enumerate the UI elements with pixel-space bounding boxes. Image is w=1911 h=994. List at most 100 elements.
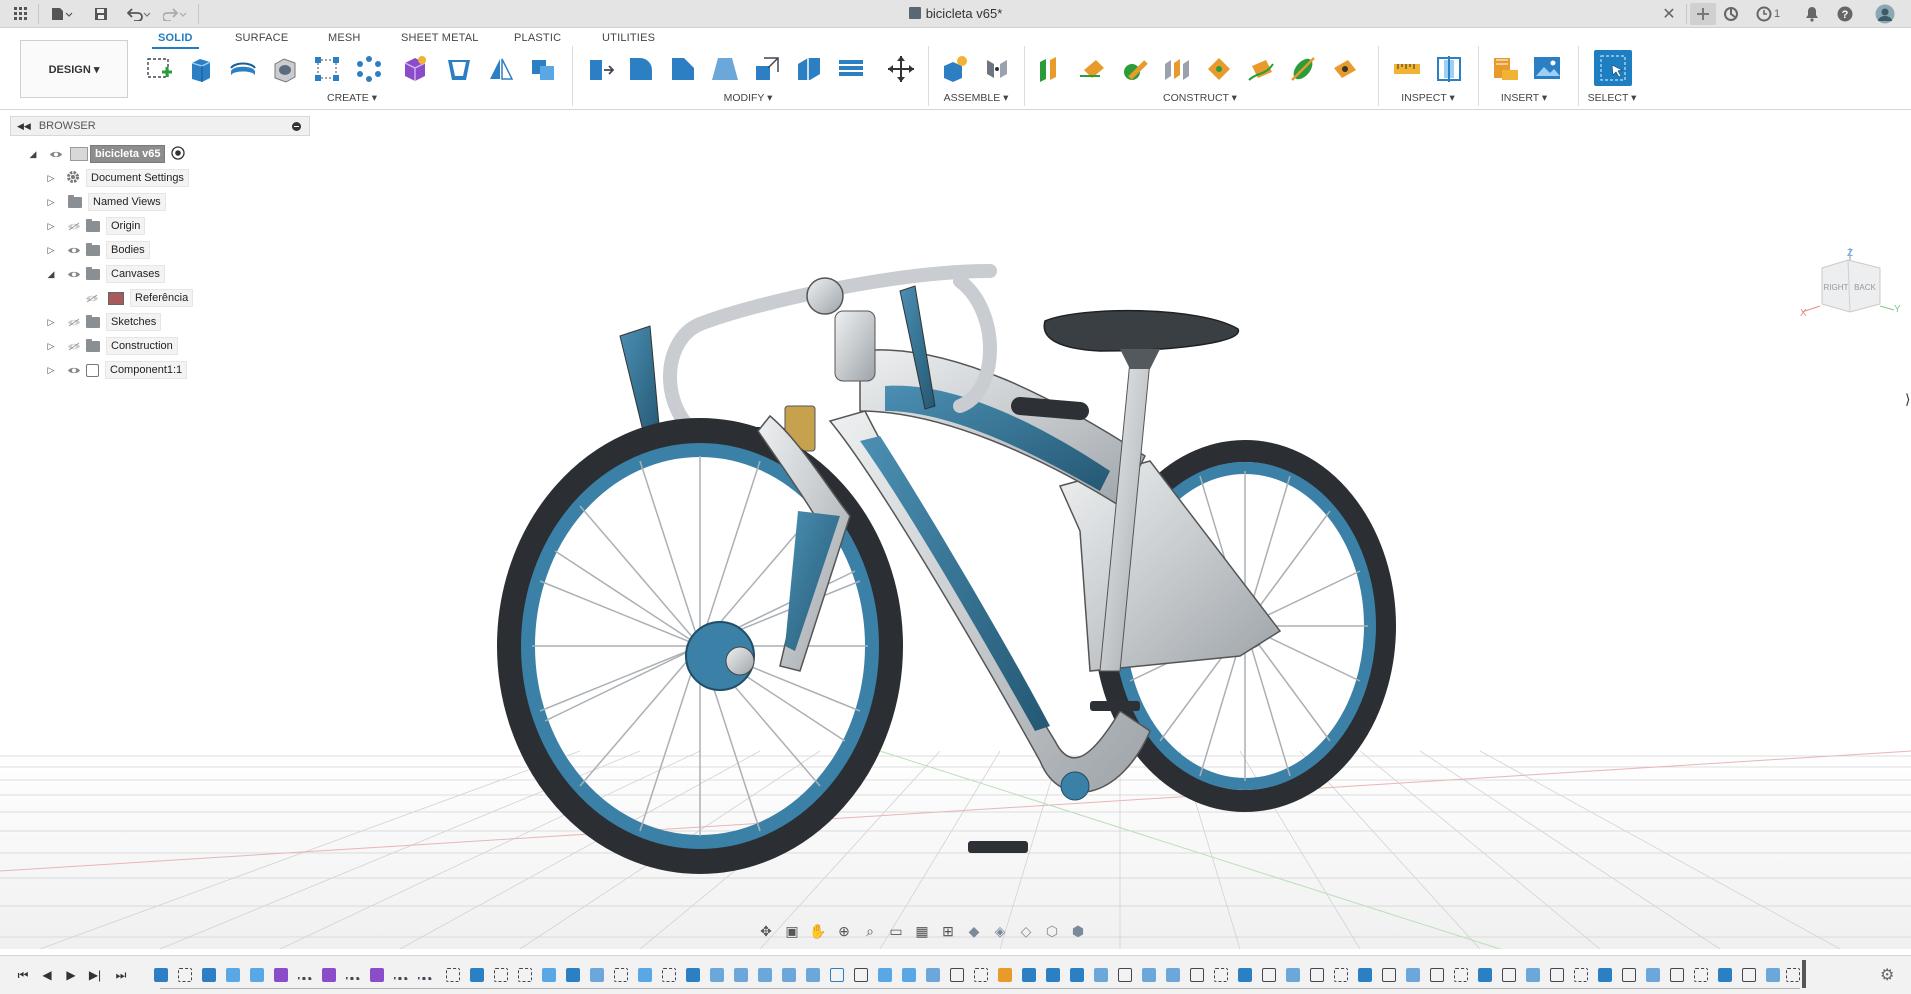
user-avatar[interactable] (1872, 3, 1898, 25)
timeline-feature-icon[interactable] (566, 968, 580, 982)
grid-settings-icon[interactable]: ▦ (911, 920, 933, 942)
timeline-feature-icon[interactable] (1070, 968, 1084, 982)
timeline-feature-icon[interactable] (902, 968, 916, 982)
visibility-eye-off-icon[interactable] (66, 312, 82, 332)
timeline-feature-icon[interactable] (370, 968, 384, 982)
timeline-feature-icon[interactable] (1622, 968, 1636, 982)
visibility-eye-off-icon[interactable] (66, 336, 82, 356)
tab-plastic[interactable]: PLASTIC (514, 32, 561, 44)
timeline-feature-icon[interactable] (418, 972, 432, 980)
timeline-feature-icon[interactable] (1550, 968, 1564, 982)
assemble-menu[interactable]: ASSEMBLE ▾ (944, 92, 1009, 104)
visibility-eye-off-icon[interactable] (84, 288, 100, 308)
visibility-eye-icon[interactable] (66, 264, 82, 284)
timeline-feature-icon[interactable] (758, 968, 772, 982)
hole-icon[interactable] (268, 52, 302, 86)
expand-triangle-icon[interactable]: ▷ (44, 240, 58, 260)
create-menu[interactable]: CREATE ▾ (327, 92, 377, 104)
inspect-menu[interactable]: INSPECT ▾ (1401, 92, 1455, 104)
timeline-feature-icon[interactable] (1382, 968, 1396, 982)
timeline-last-icon[interactable]: ⏭ (112, 966, 130, 984)
timeline-feature-icon[interactable] (1118, 968, 1132, 982)
timeline-feature-icon[interactable] (202, 968, 216, 982)
plane-through-points-icon[interactable] (1202, 52, 1236, 86)
display-settings-icon[interactable]: ▭ (885, 920, 907, 942)
plane-along-path-icon[interactable] (1244, 52, 1278, 86)
modify-menu[interactable]: MODIFY ▾ (724, 92, 773, 104)
canvas-viewport[interactable]: Z X Y RIGHT BACK ⟩ (0, 111, 1911, 949)
fillet-icon[interactable] (624, 52, 658, 86)
timeline-feature-icon[interactable] (878, 968, 892, 982)
look-at-icon[interactable]: ▣ (781, 920, 803, 942)
chamfer-icon[interactable] (666, 52, 700, 86)
tab-mesh[interactable]: MESH (328, 32, 361, 44)
timeline-feature-icon[interactable] (1190, 968, 1204, 982)
timeline-feature-icon[interactable] (298, 972, 312, 980)
timeline-feature-icon[interactable] (322, 968, 336, 982)
timeline-feature-icon[interactable] (710, 968, 724, 982)
timeline-feature-icon[interactable] (1766, 968, 1780, 982)
timeline-feature-icon[interactable] (782, 968, 796, 982)
timeline-feature-icon[interactable] (1310, 968, 1324, 982)
tree-root[interactable]: ◢ bicicleta v65 (26, 144, 186, 164)
tree-item-sketches[interactable]: ▷ Sketches (44, 312, 162, 332)
timeline-feature-icon[interactable] (1214, 968, 1228, 982)
job-status-icon[interactable]: 1 (1750, 3, 1786, 25)
visible-edges-cube-icon[interactable]: ◇ (1015, 920, 1037, 942)
draft-icon[interactable] (708, 52, 742, 86)
move-copy-icon[interactable] (884, 52, 918, 86)
select-tool-icon[interactable] (1594, 50, 1632, 86)
tree-item-document-settings[interactable]: ▷ Document Settings (44, 168, 189, 188)
timeline-feature-icon[interactable] (950, 968, 964, 982)
timeline-feature-icon[interactable] (998, 968, 1012, 982)
tab-sheet-metal[interactable]: SHEET METAL (401, 32, 479, 44)
expand-triangle-icon[interactable]: ▷ (44, 336, 58, 356)
timeline-previous-icon[interactable]: ◀ (38, 966, 56, 984)
press-pull-icon[interactable] (582, 52, 616, 86)
timeline-feature-icon[interactable] (926, 968, 940, 982)
timeline-feature-icon[interactable] (638, 968, 652, 982)
expand-triangle-icon[interactable]: ▷ (44, 312, 58, 332)
fit-view-icon[interactable]: ⌕ (859, 920, 881, 942)
collapse-triangle-icon[interactable]: ◢ (44, 264, 58, 284)
timeline-feature-icon[interactable] (518, 968, 532, 982)
timeline-feature-icon[interactable] (1046, 968, 1060, 982)
timeline-feature-icon[interactable] (1694, 968, 1708, 982)
view-cube-back-face[interactable]: BACK (1854, 283, 1876, 292)
construct-menu[interactable]: CONSTRUCT ▾ (1163, 92, 1237, 104)
rectangular-pattern-icon[interactable] (310, 52, 344, 86)
tree-item-canvases[interactable]: ◢ Canvases (44, 264, 165, 284)
timeline-settings-gear-icon[interactable]: ⚙ (1880, 965, 1894, 985)
timeline-feature-icon[interactable] (1742, 968, 1756, 982)
timeline-feature-icon[interactable] (494, 968, 508, 982)
timeline-feature-icon[interactable] (1718, 968, 1732, 982)
combine-icon[interactable] (526, 52, 560, 86)
collapse-browser-icon[interactable]: ◀◀ (17, 121, 31, 132)
timeline-feature-icon[interactable] (854, 968, 868, 982)
timeline-feature-icon[interactable] (614, 968, 628, 982)
axis-through-cylinder-icon[interactable] (1286, 52, 1320, 86)
wireframe-cube-icon[interactable]: ⬡ (1041, 920, 1063, 942)
collapse-triangle-icon[interactable]: ◢ (26, 144, 40, 164)
visibility-eye-icon[interactable] (66, 360, 82, 380)
timeline-feature-icon[interactable] (1430, 968, 1444, 982)
new-tab-plus-icon[interactable] (1690, 3, 1716, 25)
insert-mcmaster-icon[interactable] (1488, 52, 1522, 86)
tree-item-construction[interactable]: ▷ Construction (44, 336, 178, 356)
timeline-feature-icon[interactable] (662, 968, 676, 982)
timeline-feature-icon[interactable] (1094, 968, 1108, 982)
timeline-feature-icon[interactable] (1406, 968, 1420, 982)
offset-plane-icon[interactable] (1034, 52, 1068, 86)
tab-utilities[interactable]: UTILITIES (602, 32, 655, 44)
tree-item-bodies[interactable]: ▷ Bodies (44, 240, 150, 260)
timeline-feature-icon[interactable] (1238, 968, 1252, 982)
timeline-feature-icon[interactable] (974, 968, 988, 982)
timeline-feature-icon[interactable] (446, 968, 460, 982)
split-body-icon[interactable] (834, 52, 868, 86)
point-icon[interactable] (1328, 52, 1362, 86)
hidden-edges-cube-icon[interactable]: ⬢ (1067, 920, 1089, 942)
timeline-feature-icon[interactable] (1262, 968, 1276, 982)
tree-item-referencia[interactable]: Referência (84, 288, 194, 308)
activate-radio-icon[interactable] (171, 145, 186, 163)
extensions-icon[interactable] (1720, 3, 1742, 25)
